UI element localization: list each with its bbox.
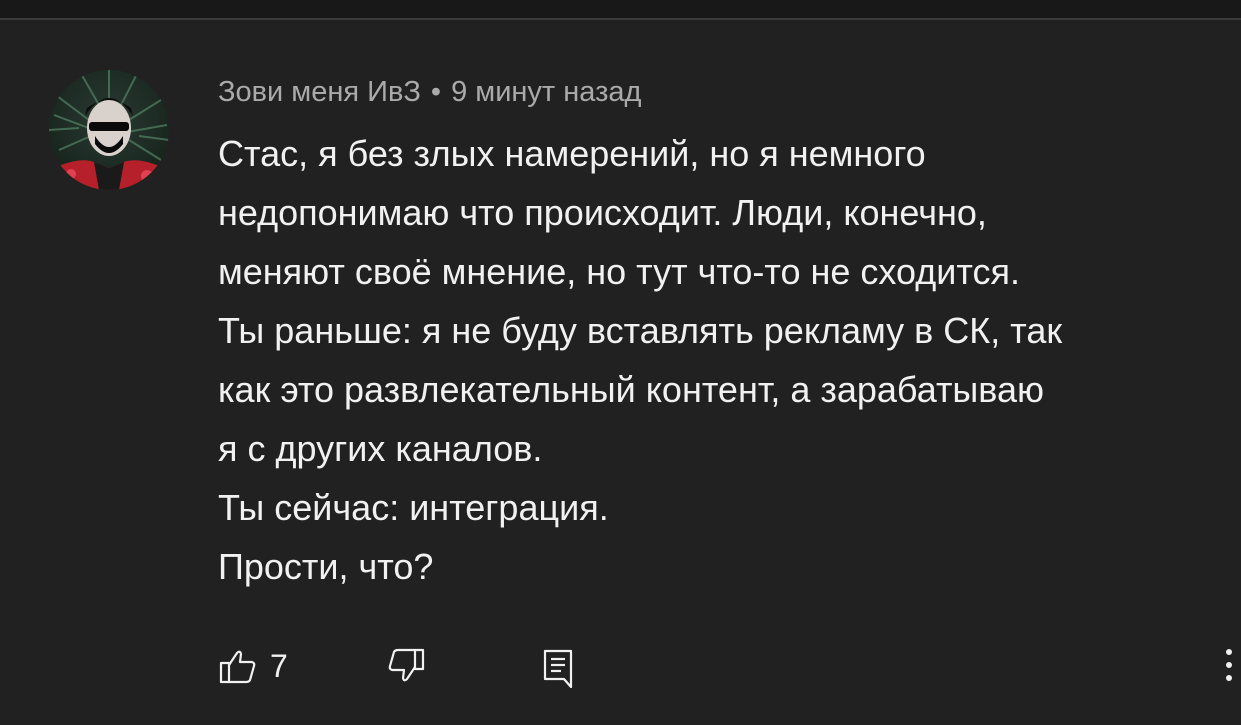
comment-time[interactable]: 9 минут назад [451,76,641,108]
comment: Зови меня ИвЗ • 9 минут назад Стас, я без … [0,20,1241,725]
thumbs-up-icon [219,650,256,684]
separator-dot: • [430,76,442,108]
thumbs-down-icon [388,648,425,682]
like-count: 7 [270,648,288,684]
like-button[interactable]: 7 [218,648,308,684]
reply-comment-icon [543,649,573,689]
top-strip [0,0,1241,18]
comment-line: Стас, я без злых намерений, но я немного [218,133,926,174]
comment-header: Зови меня ИвЗ • 9 минут назад [218,74,641,110]
author-name[interactable]: Зови меня ИвЗ [218,76,421,108]
more-vertical-icon [1226,649,1232,681]
dislike-button[interactable] [384,648,428,684]
comment-line: я с других каналов. [218,428,543,469]
comment-line: недопонимаю что происходит. Люди, конечн… [218,192,987,233]
comment-line: меняют своё мнение, но тут что-то не схо… [218,251,1020,292]
avatar-image [49,70,169,190]
comment-text: Стас, я без злых намерений, но я немного… [218,124,1218,596]
reply-button[interactable] [540,648,580,689]
comment-line: Ты раньше: я не буду вставлять рекламу в… [218,310,1063,351]
comment-line: Ты сейчас: интеграция. [218,487,609,528]
avatar[interactable] [49,70,169,190]
comment-line: как это развлекательный контент, а зараб… [218,369,1045,410]
comment-line: Прости, что? [218,546,434,587]
more-options-button[interactable] [1210,646,1240,686]
